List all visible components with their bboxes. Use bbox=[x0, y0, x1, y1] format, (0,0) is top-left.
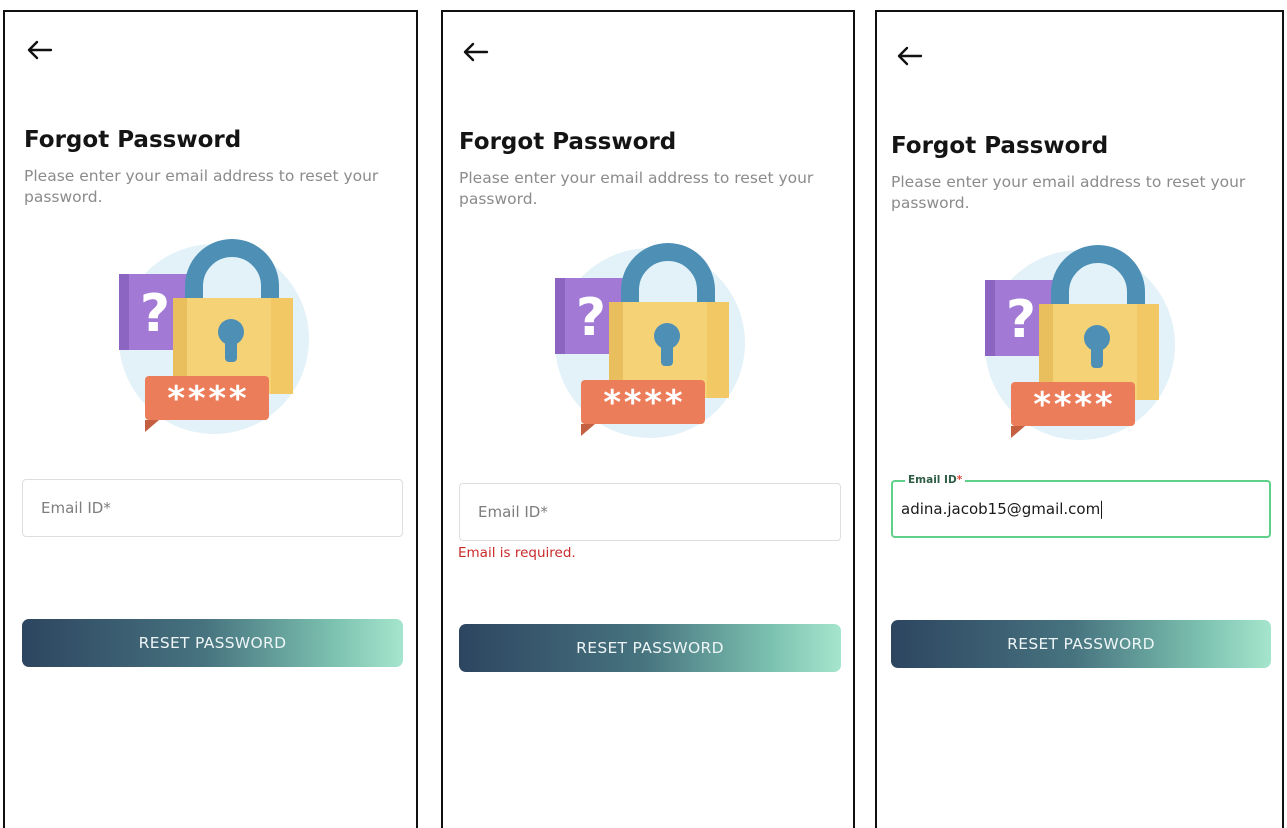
page-subtitle: Please enter your email address to reset… bbox=[24, 167, 379, 206]
email-input-value: adina.jacob15@gmail.com bbox=[901, 499, 1103, 519]
forgot-password-screen-error: Forgot Password Please enter your email … bbox=[441, 10, 855, 828]
required-mark: * bbox=[956, 474, 963, 486]
padlock-password-icon: ? **** bbox=[111, 234, 311, 440]
text-caret bbox=[1101, 500, 1103, 519]
svg-text:?: ? bbox=[1006, 290, 1036, 350]
reset-password-label: RESET PASSWORD bbox=[138, 634, 287, 652]
svg-text:?: ? bbox=[576, 288, 606, 348]
forgot-password-screen-empty: Forgot Password Please enter your email … bbox=[3, 10, 418, 828]
page-subtitle: Please enter your email address to reset… bbox=[891, 173, 1246, 212]
email-field[interactable]: Email ID* bbox=[22, 479, 403, 537]
email-field-label: Email ID* bbox=[905, 474, 966, 486]
email-error-message: Email is required. bbox=[458, 545, 576, 561]
svg-text:?: ? bbox=[140, 284, 170, 344]
reset-password-button[interactable]: RESET PASSWORD bbox=[22, 619, 403, 667]
back-arrow-icon[interactable] bbox=[895, 44, 923, 68]
reset-password-button[interactable]: RESET PASSWORD bbox=[459, 624, 841, 672]
page-title: Forgot Password bbox=[459, 129, 677, 155]
padlock-password-icon: ? **** bbox=[547, 238, 747, 444]
email-field[interactable]: Email ID* bbox=[459, 483, 841, 541]
back-arrow-icon[interactable] bbox=[461, 40, 489, 64]
email-placeholder: Email ID* bbox=[478, 503, 548, 521]
page-title: Forgot Password bbox=[24, 127, 242, 153]
svg-text:****: **** bbox=[602, 383, 684, 423]
svg-text:****: **** bbox=[166, 379, 248, 419]
email-placeholder: Email ID* bbox=[41, 499, 111, 517]
email-field[interactable]: Email ID* adina.jacob15@gmail.com bbox=[891, 474, 1271, 538]
reset-password-label: RESET PASSWORD bbox=[1007, 635, 1155, 653]
reset-password-button[interactable]: RESET PASSWORD bbox=[891, 620, 1271, 668]
forgot-password-screen-filled: Forgot Password Please enter your email … bbox=[875, 10, 1284, 828]
page-subtitle: Please enter your email address to reset… bbox=[459, 169, 814, 208]
padlock-password-icon: ? **** bbox=[977, 240, 1177, 446]
reset-password-label: RESET PASSWORD bbox=[576, 639, 724, 657]
page-title: Forgot Password bbox=[891, 133, 1109, 159]
svg-text:****: **** bbox=[1032, 385, 1114, 425]
back-arrow-icon[interactable] bbox=[25, 38, 53, 62]
